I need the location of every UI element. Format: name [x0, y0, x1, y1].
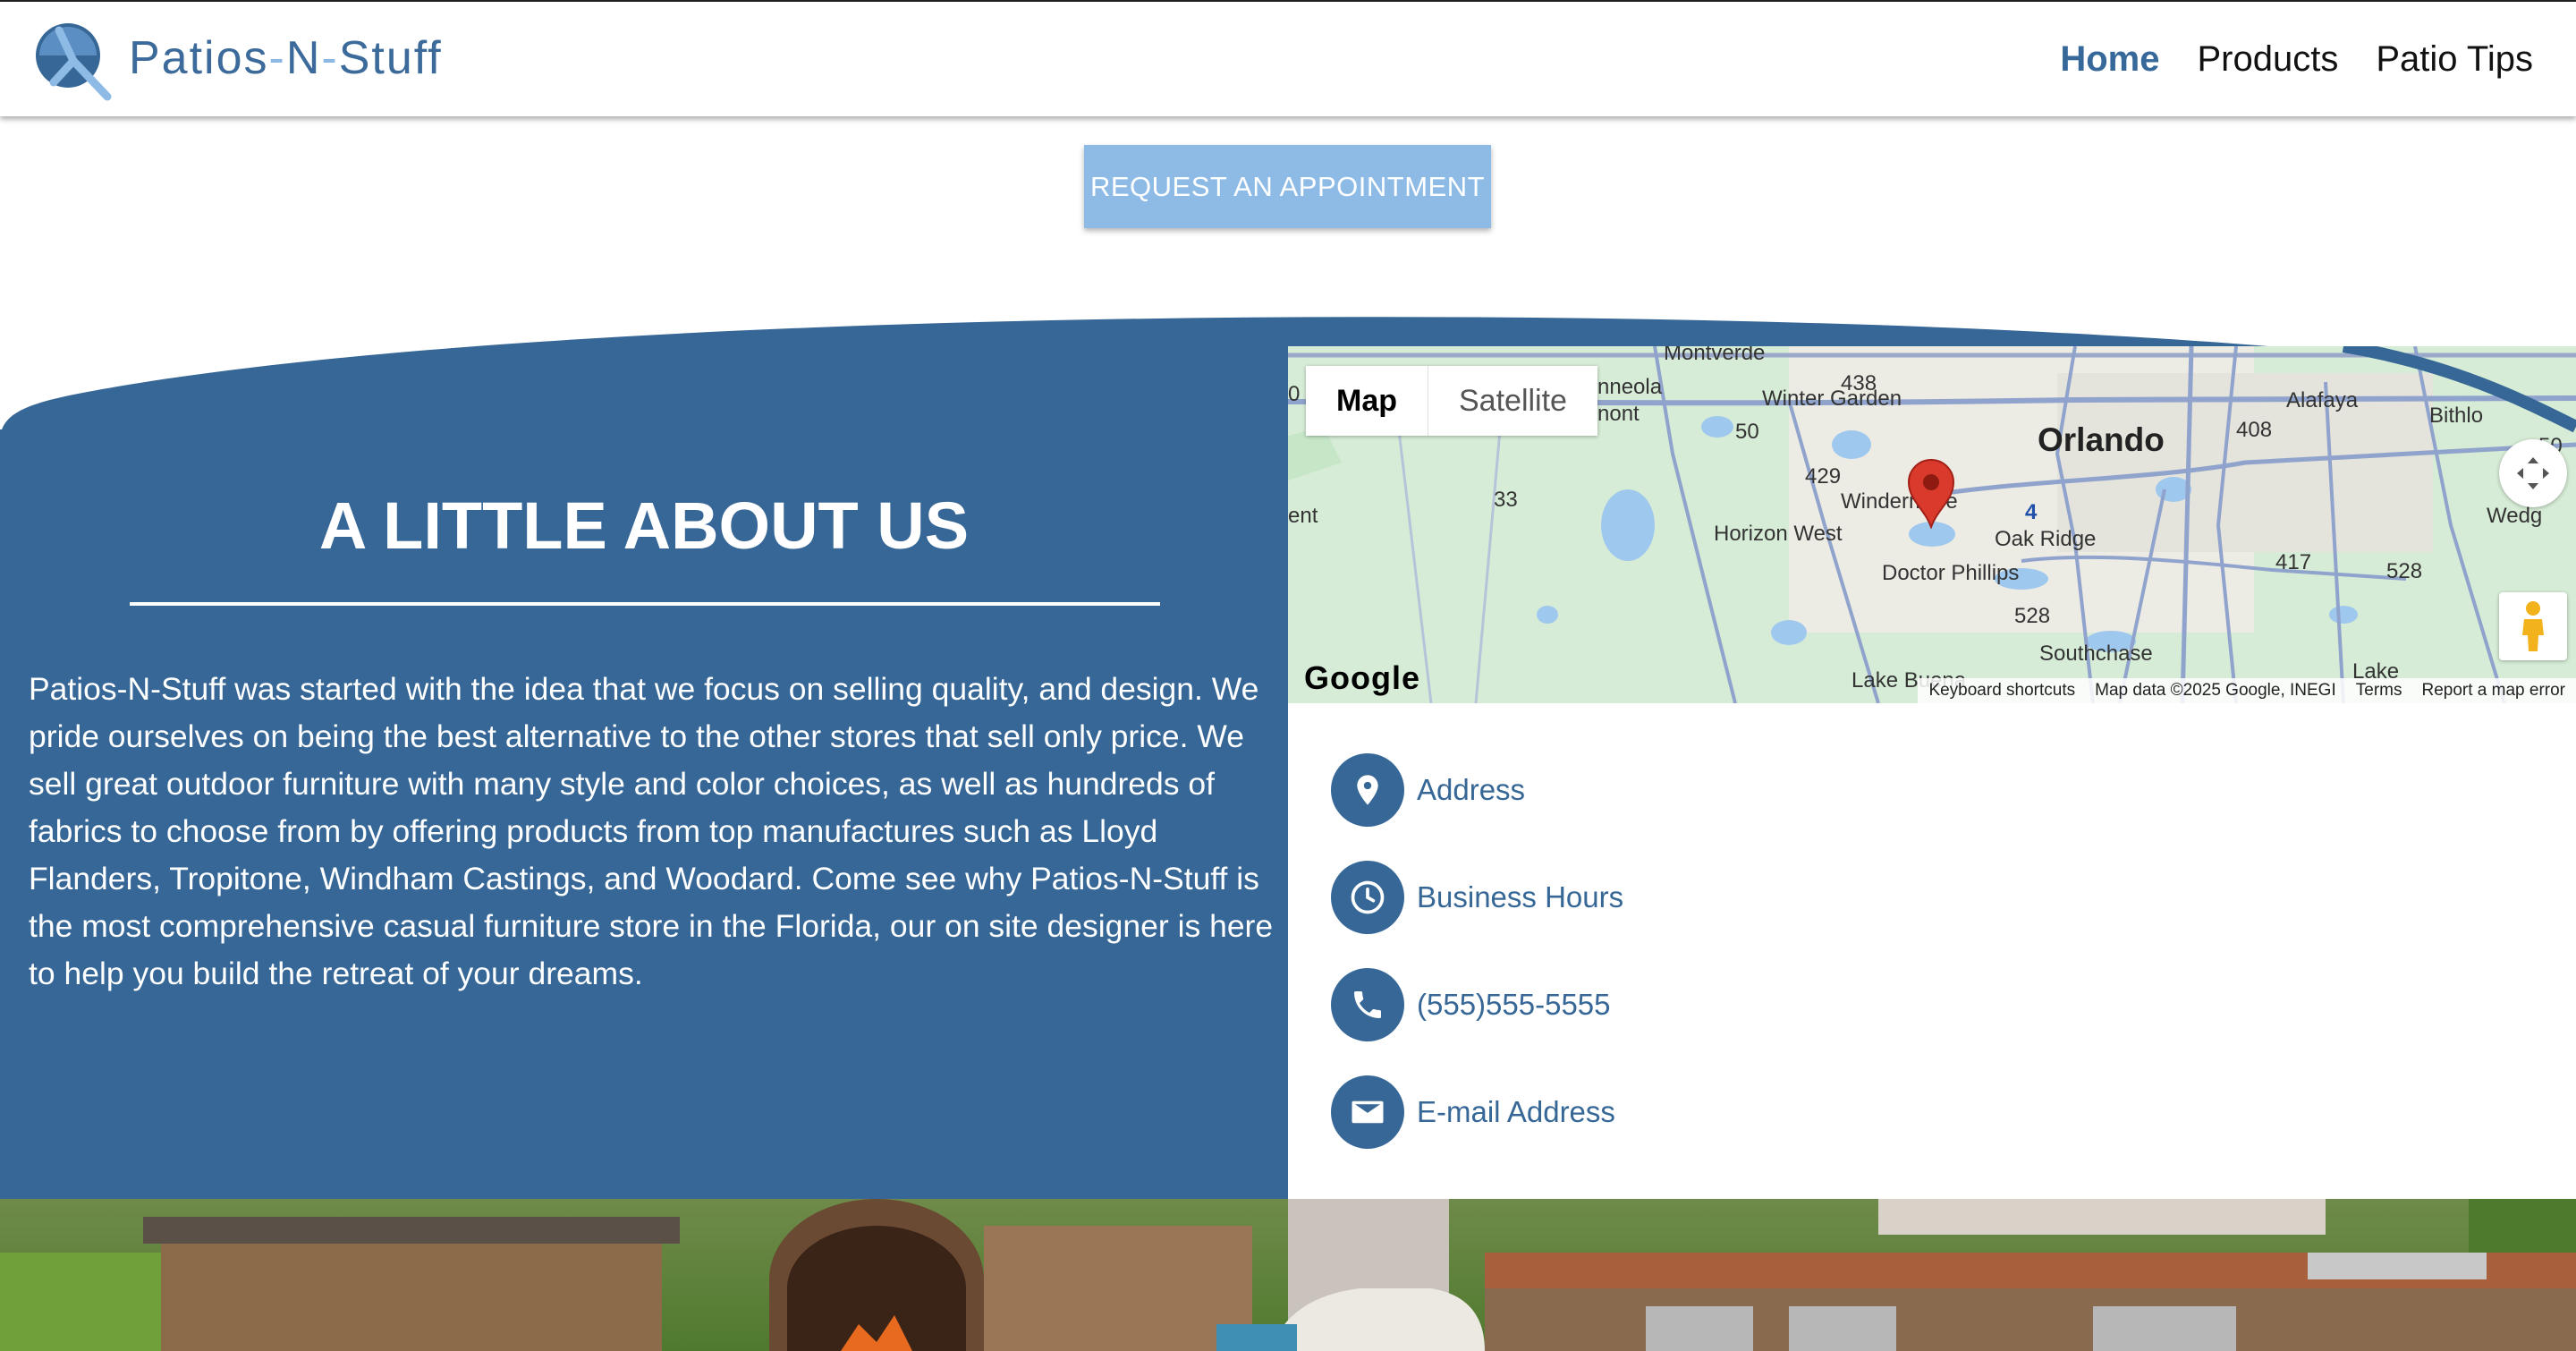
clock-icon [1331, 861, 1404, 934]
contact-row-hours[interactable]: Business Hours [1331, 861, 1623, 934]
map-label-left-fragment: ent [1288, 504, 1318, 528]
map-pin-icon[interactable] [1907, 459, 1955, 529]
map-shield-408: 408 [2236, 418, 2273, 442]
fullscreen-button[interactable] [2499, 439, 2567, 507]
pegman-icon [2522, 601, 2544, 651]
outdoor-kitchen-photo [0, 1199, 2576, 1351]
map-label-alafaya: Alafaya [2286, 388, 2359, 412]
map-shield-528: 528 [2014, 604, 2051, 628]
contact-row-address[interactable]: Address [1331, 753, 1525, 827]
map-label-montverde: Montverde [1664, 346, 1766, 365]
map-type-tabs: Map Satellite [1306, 366, 1597, 436]
fullscreen-icon [2517, 457, 2549, 489]
map-tab-map[interactable]: Map [1306, 366, 1428, 436]
map-label-winter-garden: Winter Garden [1762, 387, 1902, 411]
contact-label-phone: (555)555-5555 [1417, 988, 1611, 1021]
map-shield-interstate-4: 4 [2025, 500, 2038, 524]
about-divider [130, 602, 1160, 606]
map-data-attribution: Map data ©2025 Google, INEGI [2095, 681, 2336, 700]
phone-icon [1331, 968, 1404, 1041]
umbrella-logo-icon[interactable] [32, 20, 114, 102]
map-shield-438: 438 [1841, 371, 1877, 395]
location-pin-icon [1331, 753, 1404, 827]
map-label-horizon-west: Horizon West [1714, 522, 1843, 546]
brand-name[interactable]: Patios-N-Stuff [129, 27, 443, 89]
map-label-minneola: nneola [1597, 375, 1663, 399]
map-tab-satellite[interactable]: Satellite [1428, 366, 1597, 436]
map-label-bithlo: Bithlo [2429, 404, 2484, 428]
map-shield-429: 429 [1805, 464, 1842, 489]
contact-label-address: Address [1417, 773, 1526, 806]
request-appointment-button[interactable]: REQUEST AN APPOINTMENT [1084, 145, 1491, 228]
contact-label-hours: Business Hours [1417, 880, 1624, 913]
map-label-southchase: Southchase [2039, 642, 2153, 666]
map-shield-528-east: 528 [2386, 559, 2423, 583]
map-label-clermont: nont [1597, 402, 1640, 426]
contact-row-phone[interactable]: (555)555-5555 [1331, 968, 1611, 1041]
contact-label-email: E-mail Address [1417, 1095, 1615, 1128]
keyboard-shortcuts-link[interactable]: Keyboard shortcuts [1928, 681, 2075, 701]
brand-part-stuff: Stuff [338, 32, 443, 84]
mail-icon [1331, 1075, 1404, 1149]
about-body: Patios-N-Stuff was started with the idea… [29, 671, 1274, 991]
map-label-wedgefield: Wedg [2487, 504, 2543, 528]
brand-part-patios: Patios [129, 32, 269, 84]
brand-dash: - [268, 32, 286, 84]
map-label-doctor-phillips: Doctor Phillips [1882, 561, 2020, 585]
site-header: Patios-N-Stuff Home Products Patio Tips [0, 2, 2576, 116]
map-shield-fragment: 0 [1288, 382, 1301, 406]
embedded-map[interactable]: Montverde nneola nont ent Winter Garden … [1288, 346, 2576, 703]
map-label-oak-ridge: Oak Ridge [1995, 527, 2097, 551]
terms-link[interactable]: Terms [2356, 681, 2402, 701]
contact-row-email[interactable]: E-mail Address [1331, 1075, 1615, 1149]
about-title: A LITTLE ABOUT US [318, 489, 970, 563]
report-map-error-link[interactable]: Report a map error [2421, 681, 2565, 701]
contact-panel: Address Business Hours (555)555-5555 E-m… [1288, 703, 2576, 1199]
main-nav: Home Products Patio Tips [2060, 32, 2533, 86]
nav-home[interactable]: Home [2060, 32, 2159, 86]
map-footer: Keyboard shortcuts Map data ©2025 Google… [1918, 678, 2576, 703]
nav-products[interactable]: Products [2197, 32, 2338, 86]
map-shield-33: 33 [1494, 488, 1518, 512]
street-view-button[interactable] [2499, 592, 2567, 660]
google-logo: Google [1304, 659, 1420, 696]
nav-patio-tips[interactable]: Patio Tips [2376, 32, 2533, 86]
map-shield-417: 417 [2275, 550, 2312, 574]
map-label-orlando: Orlando [2038, 421, 2165, 458]
brand-dash: - [321, 32, 339, 84]
map-shield-50: 50 [1735, 420, 1759, 444]
brand-part-n: N [285, 32, 322, 84]
